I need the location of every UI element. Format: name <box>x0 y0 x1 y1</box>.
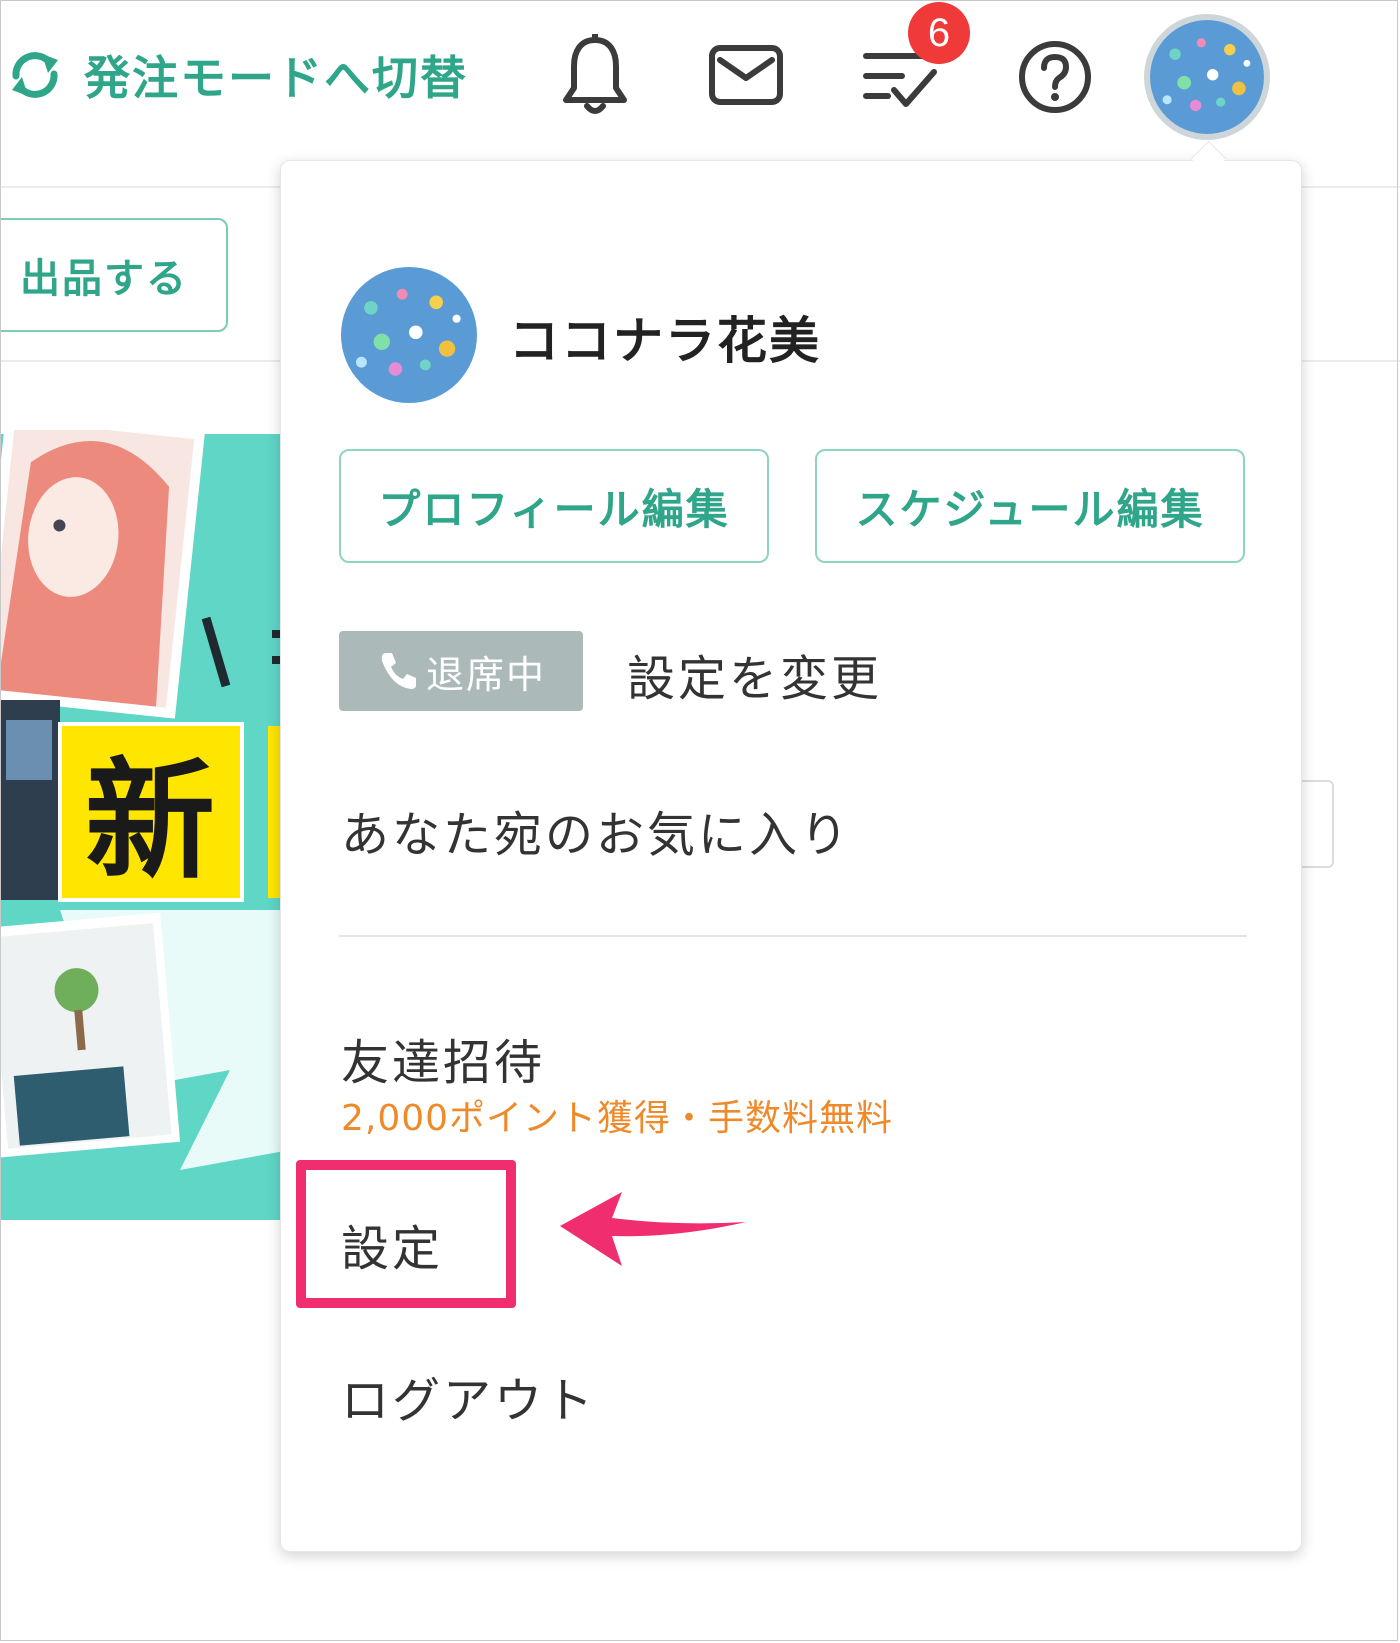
arrow-icon <box>560 1192 746 1266</box>
invite-friends-subtext: 2,000ポイント獲得・手数料無料 <box>341 1098 894 1139</box>
promo-banner[interactable]: 新 <box>0 430 290 1220</box>
change-settings-link[interactable]: 設定を変更 <box>627 639 882 709</box>
menu-item-invite-friends[interactable]: 友達招待 <box>341 1023 545 1093</box>
status-badge-label: 退席中 <box>425 652 546 697</box>
avatar <box>341 267 477 403</box>
sync-icon <box>12 52 58 98</box>
todo-count-badge: 6 <box>908 2 970 64</box>
listing-button-label: 出品する <box>20 256 188 302</box>
switch-mode-label: 発注モードへ切替 <box>84 51 468 105</box>
banner-big-char: 新 <box>85 745 215 897</box>
phone-icon <box>381 653 416 689</box>
schedule-edit-button[interactable]: スケジュール編集 <box>815 449 1245 563</box>
user-dropdown-menu: ココナラ花美 プロフィール編集 スケジュール編集 退席中 設定を変更 あなた宛の… <box>280 160 1302 1552</box>
profile-edit-button[interactable]: プロフィール編集 <box>339 449 769 563</box>
switch-to-order-mode-link[interactable]: 発注モードへ切替 <box>6 42 468 108</box>
menu-item-favorites[interactable]: あなた宛のお気に入り <box>341 795 851 865</box>
settings-highlight-box <box>296 1160 516 1308</box>
user-avatar-button[interactable] <box>1144 14 1270 140</box>
listing-button[interactable]: 出品する <box>0 218 228 332</box>
username: ココナラ花美 <box>509 312 821 370</box>
profile-avatar[interactable] <box>341 267 477 403</box>
banner-illustration: 新 <box>0 430 290 1220</box>
menu-divider <box>339 935 1247 937</box>
bell-icon[interactable] <box>562 34 628 118</box>
status-badge: 退席中 <box>339 631 583 711</box>
help-icon[interactable] <box>1018 40 1092 114</box>
avatar <box>1150 20 1264 134</box>
menu-item-logout[interactable]: ログアウト <box>341 1361 596 1431</box>
mail-icon[interactable] <box>708 44 784 106</box>
